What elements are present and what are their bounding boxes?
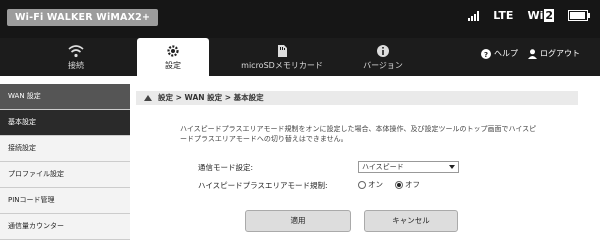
radio-on[interactable]: オン: [358, 179, 383, 190]
mode-label: 通信モード設定:: [198, 163, 254, 172]
question-icon: ?: [481, 48, 491, 59]
status-bar: Wi-Fi WALKER WiMAX2+ LTE Wi 2: [0, 0, 600, 38]
svg-text:?: ?: [484, 51, 488, 59]
sidebar-item-connection[interactable]: 接続設定: [0, 136, 130, 162]
breadcrumb: 設定 > WAN 設定 > 基本設定: [136, 91, 578, 105]
tab-microsd[interactable]: microSDメモリカード: [236, 38, 328, 76]
sidebar-item-pin[interactable]: PINコード管理: [0, 188, 130, 214]
help-area: ? ヘルプ ログアウト: [481, 48, 580, 59]
help-link[interactable]: ? ヘルプ: [481, 48, 518, 59]
main-nav: 接続 設定 microSDメモリカード バージョン ? ヘルプ ログアウト: [0, 38, 600, 76]
network-type: LTE: [493, 9, 514, 22]
logout-link[interactable]: ログアウト: [528, 48, 580, 59]
radio-off[interactable]: オフ: [395, 179, 420, 190]
restrict-radio-group: オン オフ: [358, 179, 420, 190]
sidebar: WAN 設定 基本設定 接続設定 プロファイル設定 PINコード管理 通信量カウ…: [0, 84, 130, 240]
description-text: ハイスピードプラスエリアモード規制をオンに設定した場合、本体操作、及び設定ツール…: [180, 125, 537, 143]
info-icon: [377, 45, 389, 57]
sidebar-item-basic[interactable]: 基本設定: [0, 110, 130, 136]
tab-connection[interactable]: 接続: [46, 38, 106, 76]
tab-settings[interactable]: 設定: [137, 38, 209, 76]
cancel-button[interactable]: キャンセル: [364, 210, 458, 232]
brand-logo: Wi-Fi WALKER WiMAX2+: [7, 9, 159, 26]
signal-icon: [468, 10, 480, 21]
restrict-label: ハイスピードプラスエリアモード規制:: [198, 181, 328, 190]
wifi-icon: Wi 2: [527, 9, 554, 22]
mode-select[interactable]: ハイスピード: [358, 161, 459, 173]
tab-version[interactable]: バージョン: [352, 38, 414, 76]
radio-off-icon: [395, 181, 403, 189]
battery-icon: [568, 10, 590, 21]
sidebar-item-wan[interactable]: WAN 設定: [0, 84, 130, 110]
sidebar-item-counter[interactable]: 通信量カウンター: [0, 214, 130, 240]
chevron-down-icon: [449, 165, 455, 169]
gear-icon: [167, 45, 179, 57]
sd-card-icon: [278, 45, 287, 57]
radio-on-icon: [358, 181, 366, 189]
apply-button[interactable]: 適用: [245, 210, 351, 232]
sidebar-item-profile[interactable]: プロファイル設定: [0, 162, 130, 188]
status-indicators: LTE Wi 2: [468, 9, 590, 22]
user-icon: [528, 48, 537, 59]
wifi-icon: [68, 45, 84, 58]
collapse-icon[interactable]: [144, 95, 152, 101]
